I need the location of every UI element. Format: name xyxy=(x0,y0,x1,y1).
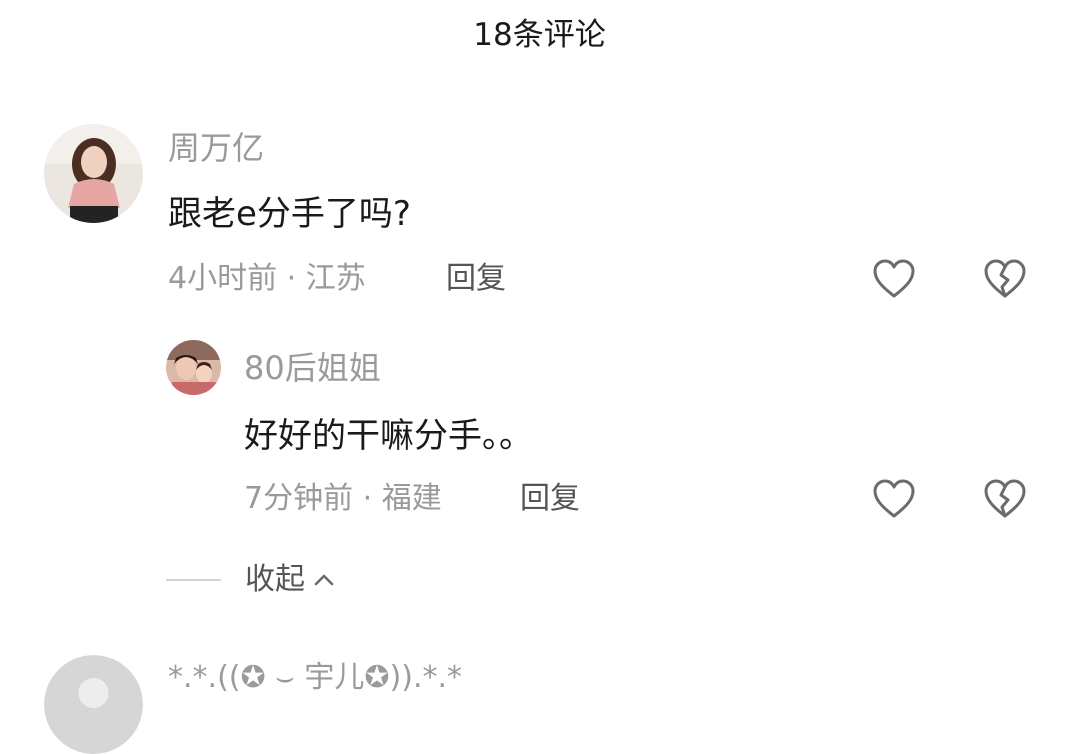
heart-outline-icon[interactable] xyxy=(871,256,917,302)
reply-meta: 7分钟前 · 福建 xyxy=(244,481,442,516)
reply-button[interactable]: 回复 xyxy=(446,259,506,299)
comment-text: 跟老e分手了吗? xyxy=(168,194,411,234)
comments-count-title: 18条评论 xyxy=(473,17,606,53)
avatar[interactable] xyxy=(44,655,143,754)
reply-button[interactable]: 回复 xyxy=(520,479,580,519)
collapse-replies-row[interactable]: 收起 xyxy=(166,558,337,602)
reply-text: 好好的干嘛分手。。 xyxy=(244,416,533,456)
broken-heart-icon[interactable] xyxy=(982,476,1028,522)
avatar[interactable] xyxy=(166,340,221,395)
reply-user-name[interactable]: 80后姐姐 xyxy=(244,348,381,388)
avatar[interactable] xyxy=(44,124,143,223)
next-comment-user-name[interactable]: *.*.((✪ ⌣ 宇儿✪)).*.* xyxy=(168,658,462,698)
comment-user-name[interactable]: 周万亿 xyxy=(168,128,264,168)
broken-heart-icon[interactable] xyxy=(982,256,1028,302)
chevron-up-icon[interactable] xyxy=(311,567,337,593)
collapse-divider xyxy=(166,579,221,581)
collapse-button[interactable]: 收起 xyxy=(245,560,305,600)
heart-outline-icon[interactable] xyxy=(871,476,917,522)
comment-meta: 4小时前 · 江苏 xyxy=(168,261,366,296)
